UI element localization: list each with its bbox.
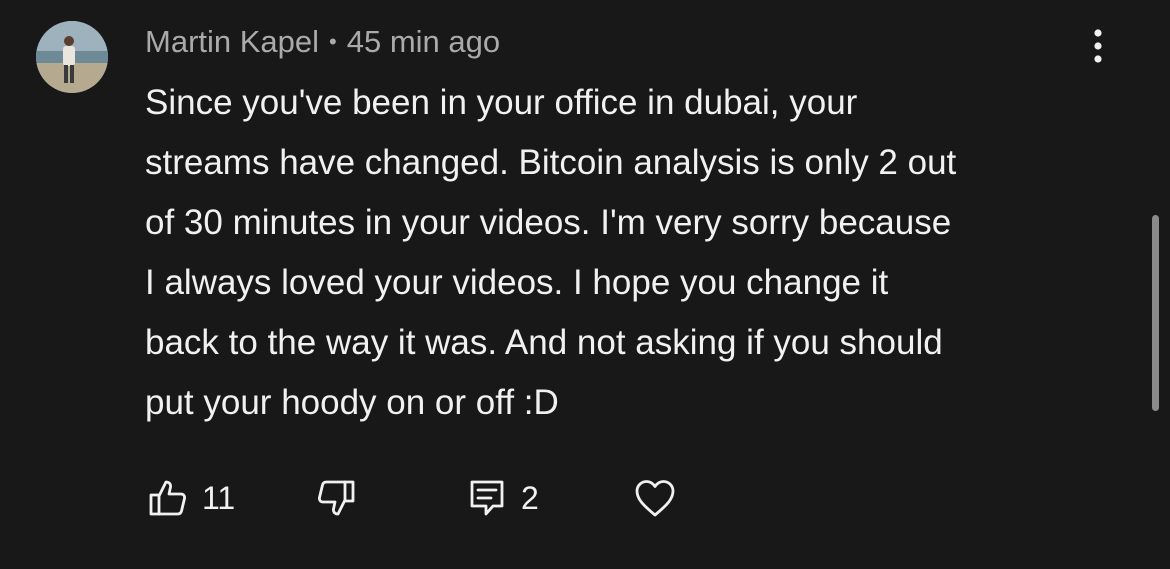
more-vert-icon xyxy=(1092,28,1104,64)
timestamp[interactable]: 45 min ago xyxy=(347,24,500,60)
heart-icon xyxy=(634,478,676,518)
avatar[interactable] xyxy=(36,21,108,93)
reply-count: 2 xyxy=(521,479,539,516)
author-name[interactable]: Martin Kapel xyxy=(145,24,319,60)
separator-dot: • xyxy=(329,29,337,54)
like-count: 11 xyxy=(202,479,236,516)
reply-button[interactable]: 2 xyxy=(467,470,539,526)
comment-header: Martin Kapel • 45 min ago xyxy=(145,22,500,62)
scrollbar[interactable] xyxy=(1152,215,1159,411)
heart-button[interactable] xyxy=(634,470,676,526)
thumb-down-icon xyxy=(316,478,356,518)
avatar-photo xyxy=(36,21,108,93)
dislike-button[interactable] xyxy=(316,470,356,526)
comment-card: Martin Kapel • 45 min ago Since you've b… xyxy=(0,0,1170,569)
comment-text: Since you've been in your office in duba… xyxy=(145,83,957,422)
comment-actions: 11 2 xyxy=(0,470,1170,526)
like-button[interactable]: 11 xyxy=(148,470,235,526)
thumb-up-icon xyxy=(148,478,188,518)
reply-comment-icon xyxy=(467,478,507,518)
more-options-button[interactable] xyxy=(1078,22,1118,70)
